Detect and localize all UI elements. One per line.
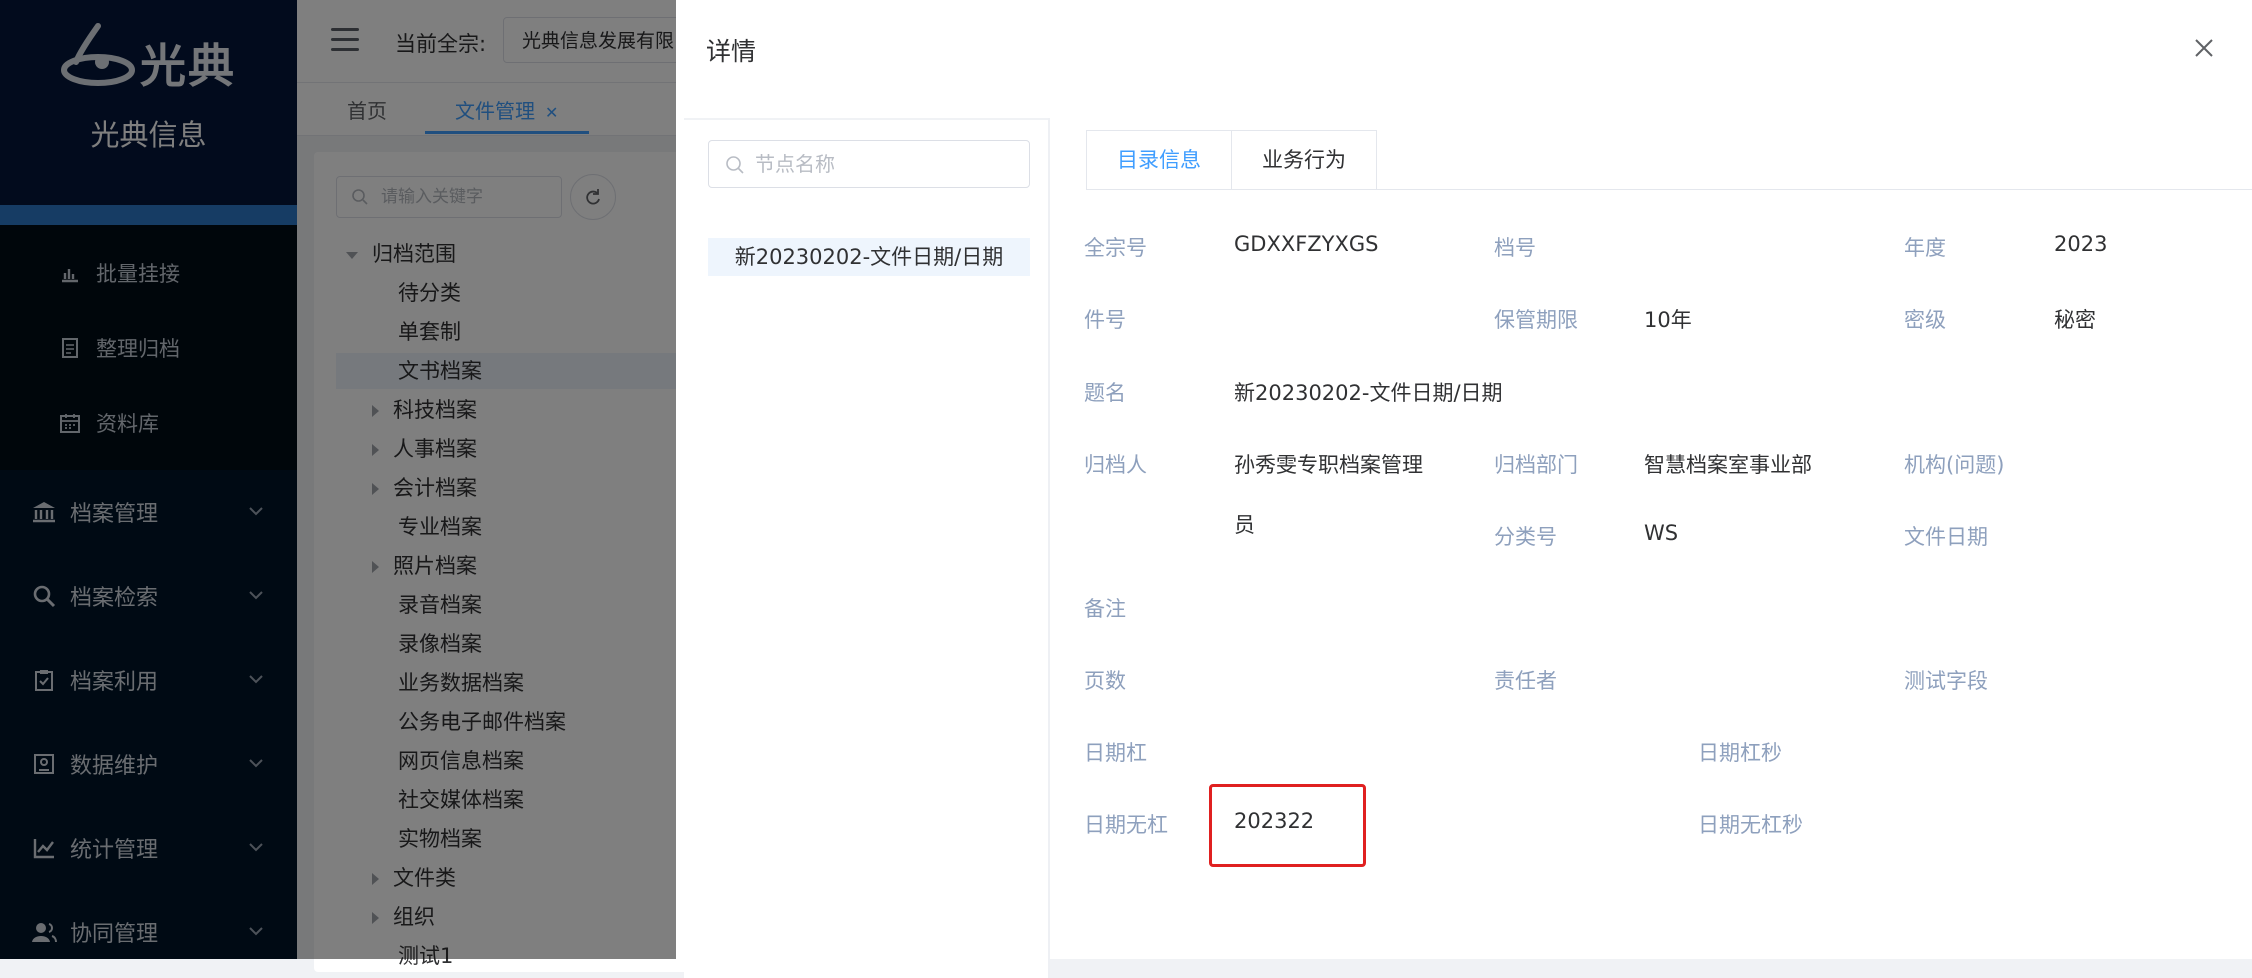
field-value-bgqx: 10年 <box>1644 308 1692 332</box>
divider <box>684 118 1048 120</box>
node-item-selected[interactable]: 新20230202-文件日期/日期 <box>708 238 1030 276</box>
highlight-annotation <box>1209 784 1366 867</box>
node-search-input[interactable]: 节点名称 <box>708 140 1030 188</box>
drawer-title: 详情 <box>706 37 757 66</box>
field-label-ys: 页数 <box>1084 669 1126 693</box>
field-label-dh: 档号 <box>1494 236 1536 260</box>
detail-drawer: 详情 节点名称 新20230202-文件日期/日期 目录信息 业务行为 全宗号 … <box>676 0 2252 978</box>
close-icon[interactable] <box>2192 36 2216 60</box>
field-value-gdbm: 智慧档案室事业部 <box>1644 453 1812 477</box>
tab-catalog-info[interactable]: 目录信息 <box>1086 130 1232 190</box>
field-label-zrz: 责任者 <box>1494 669 1557 693</box>
field-value-qzh: GDXXFZYXGS <box>1234 232 1379 256</box>
field-value-gdr-line1: 孙秀雯专职档案管理 <box>1234 453 1423 477</box>
field-label-rqwgm: 日期无杠秒 <box>1698 813 1803 837</box>
field-value-nd: 2023 <box>2054 232 2108 256</box>
field-label-gdbm: 归档部门 <box>1494 453 1578 477</box>
field-label-jg: 机构(问题) <box>1904 453 2005 477</box>
field-label-jh: 件号 <box>1084 308 1126 332</box>
field-value-gdr-line2: 员 <box>1234 513 1255 537</box>
field-value-tm: 新20230202-文件日期/日期 <box>1234 381 1503 405</box>
field-label-rqgm: 日期杠秒 <box>1698 741 1782 765</box>
node-pane: 节点名称 新20230202-文件日期/日期 <box>684 118 1050 978</box>
node-search-placeholder: 节点名称 <box>755 152 835 176</box>
field-label-bgqx: 保管期限 <box>1494 308 1578 332</box>
field-label-mj: 密级 <box>1904 308 1946 332</box>
field-label-tm: 题名 <box>1084 381 1126 405</box>
field-value-mj: 秘密 <box>2054 308 2096 332</box>
field-label-cszd: 测试字段 <box>1904 669 1988 693</box>
field-label-wjrq: 文件日期 <box>1904 525 1988 549</box>
field-label-rqg: 日期杠 <box>1084 741 1147 765</box>
tab-business-behavior[interactable]: 业务行为 <box>1231 130 1377 190</box>
field-label-rqwg: 日期无杠 <box>1084 813 1168 837</box>
search-icon <box>726 156 744 174</box>
field-label-nd: 年度 <box>1904 236 1946 260</box>
field-label-bz: 备注 <box>1084 597 1126 621</box>
tabs-divider <box>1086 189 2252 190</box>
field-label-qzh: 全宗号 <box>1084 236 1147 260</box>
field-label-flh: 分类号 <box>1494 525 1557 549</box>
field-label-gdr: 归档人 <box>1084 453 1147 477</box>
field-value-flh: WS <box>1644 521 1679 545</box>
